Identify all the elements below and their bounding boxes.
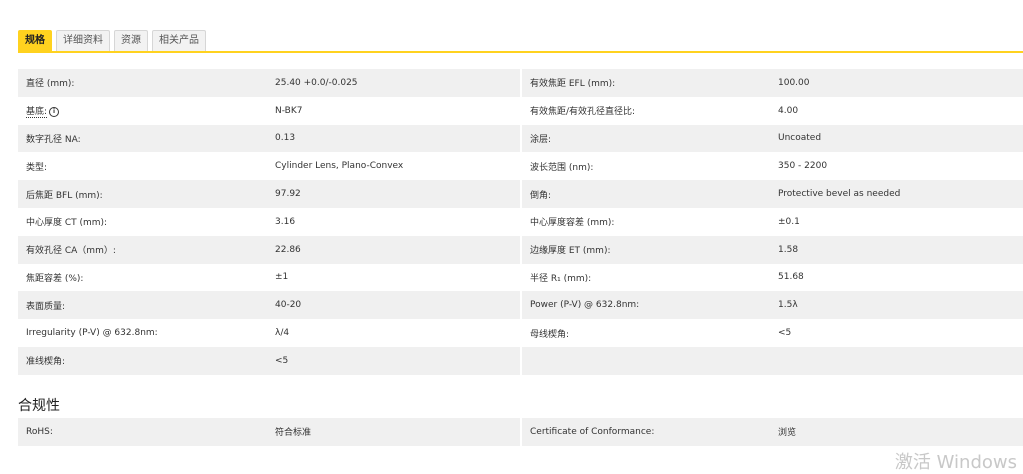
spec-value: Cylinder Lens, Plano-Convex [267,152,521,181]
tab-underline [18,51,1023,53]
spec-value: <5 [770,319,1023,347]
spec-label: RoHS: [18,418,267,446]
spec-value: 25.40 +0.0/-0.025 [267,69,521,97]
spec-label: 类型: [18,152,267,181]
certificate-view-link[interactable]: 浏览 [770,418,1023,446]
spec-value: 97.92 [267,180,521,208]
spec-value: Uncoated [770,124,1023,153]
spec-value: 3.16 [267,207,521,236]
spec-value: 1.5λ [770,291,1023,320]
spec-label: 母线楔角: [520,319,770,347]
table-row: 直径 (mm): 25.40 +0.0/-0.025 有效焦距 EFL (mm): 1… [18,69,1023,97]
table-row: 类型: Cylinder Lens, Plano-Convex 波长范围 (nm):… [18,152,1023,181]
table-row: 后焦距 BFL (mm): 97.92 倒角: Protective bevel as… [18,180,1023,208]
spec-label: 有效焦距/有效孔径直径比: [520,96,770,125]
windows-activation-watermark: 激活 Windows [894,452,1017,473]
tab-details[interactable]: 详细资料 [56,30,110,52]
table-row: RoHS: 符合标准 Certificate of Conformance: 浏… [18,418,1023,446]
table-row: 基底: i N-BK7 有效焦距/有效孔径直径比: 4.00 [18,96,1023,125]
spec-label: 中心厚度容差 (mm): [520,207,770,236]
compliance-heading: 合规性 [18,398,60,414]
spec-value: 4.00 [770,96,1023,125]
spec-label: 焦距容差 (%): [18,263,267,292]
spec-label: 倒角: [520,180,770,208]
spec-label: 中心厚度 CT (mm): [18,207,267,236]
spec-label: 后焦距 BFL (mm): [18,180,267,208]
tab-resources[interactable]: 资源 [114,30,148,52]
spec-label: 半径 R₁ (mm): [520,263,770,292]
table-row: 准线楔角: <5 [18,346,1023,375]
spec-label: 有效孔径 CA（mm）: [18,235,267,264]
spec-value: 100.00 [770,69,1023,97]
table-row: 数字孔径 NA: 0.13 涂层: Uncoated [18,124,1023,153]
rohs-link[interactable]: 符合标准 [267,418,521,446]
spec-value: λ/4 [267,319,521,347]
spec-label: 直径 (mm): [18,69,267,97]
spec-label: 涂层: [520,124,770,153]
spec-label: 基底: i [18,96,267,125]
spec-label: Irregularity (P-V) @ 632.8nm: [18,319,267,347]
table-row: 焦距容差 (%): ±1 半径 R₁ (mm): 51.68 [18,263,1023,292]
substrate-link[interactable]: N-BK7 [267,96,521,125]
tab-related-products[interactable]: 相关产品 [152,30,206,52]
spec-value: 350 - 2200 [770,152,1023,181]
spec-value: Protective bevel as needed [770,180,1023,208]
table-row: 表面质量: 40-20 Power (P-V) @ 632.8nm: 1.5λ [18,291,1023,320]
spec-label: 边缘厚度 ET (mm): [520,235,770,264]
table-row: 有效孔径 CA（mm）: 22.86 边缘厚度 ET (mm): 1.58 [18,235,1023,264]
spec-value: <5 [267,346,521,375]
specifications-table: 直径 (mm): 25.40 +0.0/-0.025 有效焦距 EFL (mm): 1… [18,69,1023,375]
tab-specifications[interactable]: 规格 [18,30,52,52]
table-row: Irregularity (P-V) @ 632.8nm: λ/4 母线楔角: <5 [18,319,1023,347]
spec-label: Power (P-V) @ 632.8nm: [520,291,770,320]
spec-label: 数字孔径 NA: [18,124,267,153]
spec-value: 51.68 [770,263,1023,292]
spec-value: ±1 [267,263,521,292]
spec-label: 波长范围 (nm): [520,152,770,181]
spec-value: 22.86 [267,235,521,264]
substrate-label[interactable]: 基底: [26,107,48,119]
spec-value: 1.58 [770,235,1023,264]
spec-value: 40-20 [267,291,521,320]
spec-label: Certificate of Conformance: [520,418,770,446]
spec-label [520,346,770,375]
table-row: 中心厚度 CT (mm): 3.16 中心厚度容差 (mm): ±0.1 [18,207,1023,236]
spec-value: ±0.1 [770,207,1023,236]
compliance-table: RoHS: 符合标准 Certificate of Conformance: 浏… [18,418,1023,446]
spec-label: 准线楔角: [18,346,267,375]
spec-label: 表面质量: [18,291,267,320]
spec-value [770,346,1023,375]
spec-label: 有效焦距 EFL (mm): [520,69,770,97]
spec-value: 0.13 [267,124,521,153]
tab-bar: 规格 详细资料 资源 相关产品 [18,30,206,52]
info-icon[interactable]: i [49,106,60,117]
